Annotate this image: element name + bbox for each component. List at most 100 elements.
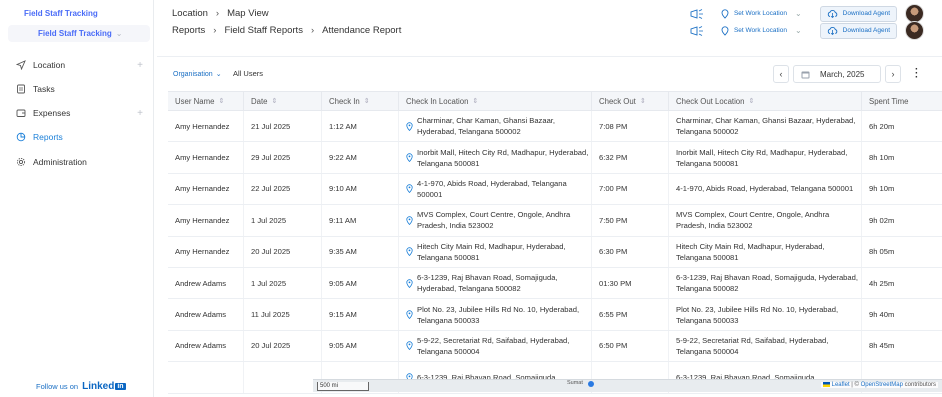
cell-check-out-location: MVS Complex, Court Centre, Ongole, Andhr… [669,205,862,236]
table-row[interactable]: Andrew Adams 11 Jul 2025 9:15 AM Plot No. 2… [168,299,942,331]
cell-check-in-location: 6-3-1239, Raj Bhavan Road, Somajiguda, H… [399,267,592,299]
cell-user-name: Amy Hernandez [168,111,244,142]
cell-spent-time: 8h 10m [869,153,895,163]
cell-check-in-location: MVS Complex, Court Centre, Ongole, Andhr… [399,205,592,236]
sidebar-item-reports[interactable]: Reports [15,130,143,144]
table-row[interactable]: Amy Hernandez 29 Jul 2025 9:22 AM Inorbit M… [168,142,942,174]
cell-check-in: 9:05 AM [322,330,399,362]
cell-check-out-location: 5-9-22, Secretariat Rd, Saifabad, Hydera… [669,330,862,362]
breadcrumb-location[interactable]: Location [172,8,208,19]
table-row[interactable]: Amy Hernandez 1 Jul 2025 9:11 AM MVS Comple… [168,205,942,237]
download-agent-label: Download Agent [842,27,890,34]
leaflet-link[interactable]: Leaflet [832,382,850,388]
sidebar-item-location[interactable]: Location + [15,58,143,72]
breadcrumb-field-staff-reports[interactable]: Field Staff Reports [224,25,303,36]
breadcrumb: Location › Map View [172,8,269,19]
column-header-label: Check In Location [406,96,469,106]
check-in-location-text: 6-3-1239, Raj Bhavan Road, Somajiguda, H… [417,273,558,294]
sidebar-crumb-top[interactable]: Field Staff Tracking [24,9,174,18]
cell-date: 22 Jul 2025 [244,173,322,205]
cell-date: 20 Jul 2025 [244,236,322,267]
next-month-button[interactable]: › [885,65,901,83]
breadcrumb: Reports › Field Staff Reports › Attendan… [172,25,401,36]
location-pin-icon [406,153,413,163]
announcement-icon[interactable] [688,25,706,37]
check-in-location-text: 5-9-22, Secretariat Rd, Saifabad, Hydera… [417,335,570,356]
breadcrumb-reports[interactable]: Reports [172,25,205,36]
cell-check-out-location: 4-1-970, Abids Road, Hyderabad, Telangan… [669,173,862,205]
linkedin-in-badge: in [115,383,126,390]
sidebar-item-administration[interactable]: Administration [15,155,143,169]
sidebar-item-label: Expenses [33,108,71,118]
all-users-filter[interactable]: All Users [233,69,263,78]
download-agent-button[interactable]: Download Agent [819,22,897,39]
breadcrumb-map-view[interactable]: Map View [227,8,269,19]
cell-check-in-location: 5-9-22, Secretariat Rd, Saifabad, Hydera… [399,330,592,362]
prev-month-button[interactable]: ‹ [773,65,789,83]
column-header[interactable]: User Name ⇕ [168,91,244,111]
column-header[interactable]: Check In ⇕ [322,91,399,111]
cell-spent-time: 6h 20m [869,121,895,131]
cell-spent-time: 8h 05m [869,247,895,257]
sidebar-item-label: Reports [33,132,63,142]
column-header-label: Spent Time [869,96,909,106]
table-row[interactable]: Amy Hernandez 22 Jul 2025 9:10 AM 4-1-970, … [168,173,942,206]
cell-check-in-location: Charminar, Char Kaman, Ghansi Bazaar, Hy… [399,111,592,142]
set-work-location-label: Set Work Location [733,27,787,34]
set-work-location-button[interactable]: Set Work Location ⌄ [720,25,802,36]
sidebar-item-label: Location [33,60,66,70]
cell-user-name: Andrew Adams [168,330,244,362]
table-row[interactable]: Amy Hernandez 20 Jul 2025 9:35 AM Hitech Ci… [168,236,942,268]
avatar[interactable] [905,21,924,40]
plus-icon[interactable]: + [137,108,143,119]
download-agent-button[interactable]: Download Agent [819,5,897,22]
check-in-location-text: MVS Complex, Court Centre, Ongole, Andhr… [417,210,571,231]
sidebar-item-label: Tasks [33,84,55,94]
cloud-download-icon [827,10,837,18]
map-scale: 500 mi [317,382,369,391]
chevron-down-icon: ⌄ [115,29,123,38]
table-row[interactable]: Andrew Adams 20 Jul 2025 9:05 AM 5-9-22, Se… [168,330,942,363]
location-pin-icon [721,25,729,36]
sidebar-item-expenses[interactable]: Expenses + [15,106,143,120]
column-header[interactable]: Check Out ⇕ [592,91,669,111]
column-header[interactable]: Check Out Location ⇕ [669,91,862,111]
announcement-icon[interactable] [688,8,706,20]
location-pin-icon [406,279,413,288]
chevron-right-icon: › [213,25,217,36]
plus-icon[interactable]: + [137,60,143,71]
sidebar-item-label: Administration [33,157,87,167]
column-header[interactable]: Date ⇕ [244,91,322,111]
download-agent-label: Download Agent [842,10,890,17]
organisation-dropdown[interactable]: Organisation ⌄ [173,70,222,78]
report-panel: Organisation ⌄ All Users ‹ March, 2025 › … [157,56,942,397]
sort-icon: ⇕ [472,98,479,105]
column-header[interactable]: Spent Time [862,91,942,111]
follow-us-linkedin[interactable]: Follow us on Linked in [36,381,126,392]
cell-date: 20 Jul 2025 [244,330,322,362]
set-work-location-button[interactable]: Set Work Location ⌄ [720,8,802,19]
chevron-right-icon: › [310,25,315,36]
column-header-label: Check Out Location [676,96,745,106]
column-header[interactable]: Check In Location ⇕ [399,91,592,111]
column-header-label: Date [251,96,268,106]
month-picker[interactable]: March, 2025 [793,65,881,83]
cell-spent-time: 9h 02m [869,215,895,225]
wallet-icon [15,108,26,119]
sidebar-item-tasks[interactable]: Tasks [15,82,143,96]
sidebar: Field Staff Tracking Field Staff Trackin… [0,0,154,397]
sidebar-product-selector[interactable]: Field Staff Tracking ⌄ [8,25,150,42]
osm-link[interactable]: OpenStreetMap [861,382,903,388]
table-row[interactable]: Andrew Adams 1 Jul 2025 9:05 AM 6-3-1239, R… [168,267,942,300]
cell-date: 29 Jul 2025 [244,142,322,173]
cell-user-name: Amy Hernandez [168,142,244,173]
header: Location › Map View Reports › Field Staf… [156,0,942,46]
more-options-icon[interactable]: · · · [915,65,921,83]
cell-check-out-location: Plot No. 23, Jubilee Hills Rd No. 10, Hy… [669,299,862,330]
cell-check-in: 9:15 AM [322,299,399,330]
cell-user-name: Amy Hernandez [168,173,244,205]
follow-us-text: Follow us on [36,382,79,391]
map-view[interactable]: 500 mi Sumat Leaflet | © OpenStreetMap c… [313,379,942,392]
map-marker[interactable] [588,381,594,387]
table-row[interactable]: Amy Hernandez 21 Jul 2025 1:12 AM Charminar… [168,111,942,143]
